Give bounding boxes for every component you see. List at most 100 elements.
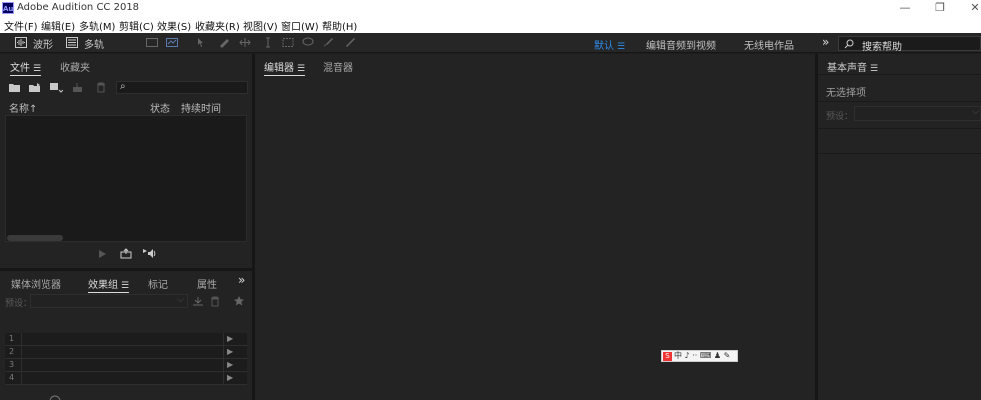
no-selection-label: 无选择项 (826, 88, 866, 99)
menu-effects[interactable]: 效果(S) (157, 18, 191, 33)
new-file-icon[interactable] (49, 82, 63, 93)
workspace-edit-audio-to-video[interactable]: 编辑音频到视频 (646, 37, 716, 52)
files-panel: 文件 ☰ 收藏夹 ⌕ 名称↑ 状态 持续时间 (0, 54, 252, 268)
tab-editor-label: 编辑器 (264, 63, 294, 74)
tab-effects-rack-label: 效果组 (88, 280, 118, 291)
spectral-frequency-icon[interactable] (146, 37, 158, 48)
spot-healing-tool-icon[interactable] (344, 37, 356, 48)
tab-media-browser[interactable]: 媒体浏览器 (11, 276, 61, 291)
insert-into-multitrack-icon[interactable] (72, 82, 86, 93)
slot-arrow-icon[interactable]: ▶ (227, 373, 233, 382)
slot-number: 1 (9, 334, 15, 343)
delete-preset-icon[interactable] (210, 296, 220, 307)
favorite-star-icon[interactable] (233, 295, 245, 307)
tab-mixer[interactable]: 混音器 (323, 59, 353, 74)
main-toolbar: 波形 多轨 默认 ☰ 编辑音频到视频 无线电作品 » (0, 33, 981, 53)
waveform-view-button[interactable]: 波形 (33, 36, 53, 51)
effect-slot-row[interactable]: 3 ▶ (5, 359, 247, 372)
slot-arrow-icon[interactable]: ▶ (227, 334, 233, 343)
menu-favorites[interactable]: 收藏夹(R) (195, 18, 240, 33)
chevron-down-icon: ⌵ (972, 107, 979, 117)
slot-number: 2 (9, 347, 15, 356)
search-icon (844, 39, 854, 49)
workspace-menu-icon[interactable]: ☰ (617, 42, 625, 52)
effects-rack-panel: 媒体浏览器 效果组 ☰ 标记 属性 » 预设： ⌵ 1 ▶ 2 ▶ 3 ▶ 4 ▶ (0, 271, 252, 400)
razor-tool-icon[interactable] (218, 37, 230, 48)
panel-menu-icon[interactable]: ☰ (297, 64, 305, 74)
delete-icon[interactable] (96, 82, 106, 93)
workspace-default[interactable]: 默认 ☰ (594, 37, 625, 52)
column-duration[interactable]: 持续时间 (181, 100, 221, 115)
files-list[interactable] (5, 115, 247, 242)
menu-window[interactable]: 窗口(W) (281, 18, 319, 33)
restore-button[interactable]: ❐ (925, 0, 955, 17)
panel-menu-icon[interactable]: ☰ (33, 64, 41, 74)
menu-file[interactable]: 文件(F) (4, 18, 38, 33)
multitrack-view-button[interactable]: 多轨 (84, 36, 104, 51)
essential-sound-panel: 基本声音 ☰ 无选择项 预设： ⌵ (818, 54, 981, 400)
effect-slot-row[interactable]: 1 ▶ (5, 333, 247, 346)
loop-playback-icon[interactable] (120, 248, 132, 259)
play-icon[interactable] (98, 249, 107, 259)
effect-slot-row[interactable]: 4 ▶ (5, 372, 247, 385)
panel-menu-icon[interactable]: ☰ (870, 64, 878, 74)
tab-favorites[interactable]: 收藏夹 (60, 59, 90, 74)
column-name-label: 名称 (9, 104, 29, 115)
effect-slot-row[interactable]: 2 ▶ (5, 346, 247, 359)
tab-effects-rack[interactable]: 效果组 ☰ (88, 276, 130, 293)
auto-play-icon[interactable] (141, 248, 157, 259)
workspace-radio-production[interactable]: 无线电作品 (744, 37, 794, 52)
essential-preset-select[interactable]: ⌵ (854, 106, 981, 121)
power-icon[interactable] (48, 394, 62, 400)
files-search-icon: ⌕ (120, 81, 126, 92)
files-list-scrollbar[interactable] (7, 235, 63, 241)
preset-select[interactable]: ⌵ (30, 294, 188, 308)
editor-panel: 编辑器 ☰ 混音器 (255, 54, 815, 400)
tab-editor[interactable]: 编辑器 ☰ (264, 59, 306, 76)
preset-label: 预设： (5, 299, 33, 309)
tab-essential-sound[interactable]: 基本声音 ☰ (827, 59, 878, 74)
workspace-default-label: 默认 (594, 41, 614, 52)
menu-view[interactable]: 视图(V) (243, 18, 278, 33)
slot-arrow-icon[interactable]: ▶ (227, 347, 233, 356)
files-search-input[interactable]: ⌕ (116, 81, 248, 94)
spectral-pitch-icon[interactable] (166, 37, 178, 48)
menu-multitrack[interactable]: 多轨(M) (79, 18, 115, 33)
window-title: Adobe Audition CC 2018 (17, 2, 140, 13)
tab-files[interactable]: 文件 ☰ (10, 59, 42, 76)
panel-menu-icon[interactable]: ☰ (121, 281, 129, 291)
import-file-icon[interactable] (28, 82, 42, 93)
slot-arrow-icon[interactable]: ▶ (227, 360, 233, 369)
slot-number: 3 (9, 360, 15, 369)
column-status[interactable]: 状态 (150, 100, 170, 115)
tab-files-label: 文件 (10, 63, 30, 74)
slip-tool-icon[interactable] (239, 37, 251, 48)
open-folder-icon[interactable] (8, 82, 21, 93)
menu-clip[interactable]: 剪辑(C) (119, 18, 154, 33)
ime-logo-icon: S (663, 352, 672, 361)
title-bar: Au Adobe Audition CC 2018 — ❐ ✕ (0, 0, 981, 17)
column-name[interactable]: 名称↑ (9, 100, 37, 115)
help-search-input[interactable]: 搜索帮助 (838, 36, 981, 53)
workspace-overflow-button[interactable]: » (822, 35, 829, 49)
menu-help[interactable]: 帮助(H) (322, 18, 357, 33)
time-selection-tool-icon[interactable] (262, 37, 274, 48)
minimize-button[interactable]: — (890, 0, 920, 17)
multitrack-icon (66, 37, 78, 48)
save-preset-icon[interactable] (192, 296, 204, 307)
tab-properties[interactable]: 属性 (197, 276, 217, 291)
panel-overflow-button[interactable]: » (238, 273, 245, 287)
ime-toolbar[interactable]: S中 ♪ ·· ⌨ ♟ ✎ (661, 350, 738, 362)
menu-bar: 文件(F) 编辑(E) 多轨(M) 剪辑(C) 效果(S) 收藏夹(R) 视图(… (0, 17, 981, 33)
tab-essential-sound-label: 基本声音 (827, 63, 867, 74)
move-tool-icon[interactable] (196, 37, 208, 48)
chevron-down-icon: ⌵ (177, 295, 184, 305)
close-button[interactable]: ✕ (960, 0, 981, 17)
ime-toolbar-buttons[interactable]: 中 ♪ ·· ⌨ ♟ ✎ (674, 351, 730, 360)
lasso-tool-icon[interactable] (302, 37, 314, 48)
tab-markers[interactable]: 标记 (148, 276, 168, 291)
brush-tool-icon[interactable] (322, 37, 334, 48)
menu-edit[interactable]: 编辑(E) (41, 18, 75, 33)
help-search-placeholder: 搜索帮助 (862, 42, 902, 53)
marquee-tool-icon[interactable] (282, 37, 294, 48)
